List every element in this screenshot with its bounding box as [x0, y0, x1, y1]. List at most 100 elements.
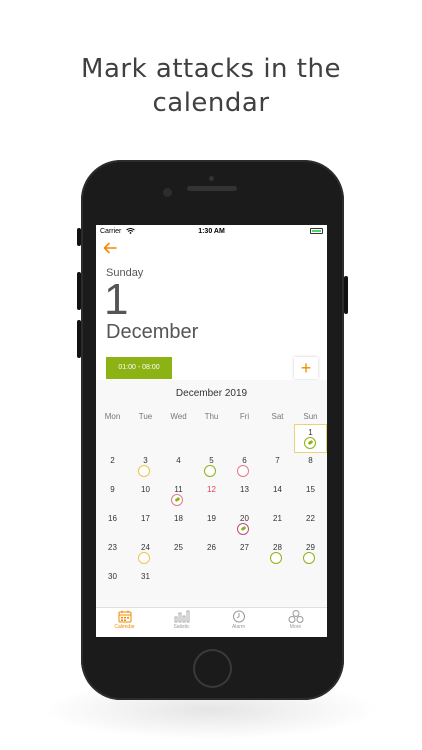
tab-calendar[interactable]: Calendar	[96, 610, 153, 637]
attack-marker-icon	[270, 552, 282, 564]
day-number: 7	[275, 456, 280, 465]
calendar-day[interactable]: 8	[294, 453, 327, 482]
day-number: 18	[174, 514, 183, 523]
attack-marker-icon	[204, 465, 216, 477]
tab-more[interactable]: More	[267, 610, 324, 637]
calendar-day[interactable]: 15	[294, 482, 327, 511]
weekday-label: Sat	[271, 412, 284, 421]
day-number: 10	[141, 485, 150, 494]
day-number: 19	[207, 514, 216, 523]
volume-down-button	[77, 320, 81, 358]
calendar-day[interactable]: 18	[162, 511, 195, 540]
day-number: 3	[143, 456, 148, 465]
calendar-icon	[118, 610, 131, 623]
day-number: 28	[273, 543, 282, 552]
bar-chart-icon	[174, 610, 189, 623]
calendar-day[interactable]: 28	[261, 540, 294, 569]
day-number: 30	[108, 572, 117, 581]
day-number: 22	[306, 514, 315, 523]
calendar-day[interactable]: 22	[294, 511, 327, 540]
day-number: 11	[174, 485, 183, 494]
status-time: 1:30 AM	[198, 228, 225, 235]
calendar-day[interactable]: 20	[228, 511, 261, 540]
day-number: 16	[108, 514, 117, 523]
calendar-day[interactable]: 26	[195, 540, 228, 569]
battery-icon	[310, 228, 323, 234]
day-number: 14	[273, 485, 282, 494]
volume-up-button	[77, 272, 81, 310]
calendar-day[interactable]: 27	[228, 540, 261, 569]
calendar-day[interactable]: 29	[294, 540, 327, 569]
calendar-day[interactable]: 9	[96, 482, 129, 511]
calendar-day[interactable]: 24	[129, 540, 162, 569]
front-camera	[163, 188, 172, 197]
day-number: 1	[308, 428, 313, 437]
calendar-day[interactable]: 5	[195, 453, 228, 482]
weekday-label: Sun	[303, 412, 318, 421]
power-button	[344, 276, 348, 314]
headline: Mark attacks in the calendar	[0, 52, 422, 120]
calendar-day[interactable]: 12	[195, 482, 228, 511]
attack-marker-icon	[138, 552, 150, 564]
calendar-day[interactable]: 4	[162, 453, 195, 482]
tab-label: Alarm	[231, 624, 246, 630]
calendar-day[interactable]: 25	[162, 540, 195, 569]
selected-day-number: 1	[104, 275, 129, 324]
day-number: 5	[209, 456, 214, 465]
day-number: 24	[141, 543, 150, 552]
calendar-day[interactable]: 10	[129, 482, 162, 511]
tab-alarm[interactable]: Alarm	[210, 610, 267, 637]
earpiece-speaker	[187, 186, 237, 191]
day-number: 31	[141, 572, 150, 581]
add-attack-button[interactable]: +	[294, 357, 318, 379]
weekday-label: Fri	[239, 412, 250, 421]
headline-line-1: Mark attacks in the	[81, 54, 341, 84]
calendar-day[interactable]: 2	[96, 453, 129, 482]
day-number: 27	[240, 543, 249, 552]
day-number: 12	[207, 485, 216, 494]
app-screen: Carrier 1:30 AM Sunday 1 December 01:00 …	[96, 225, 327, 637]
tab-label: More	[289, 624, 302, 630]
day-number: 26	[207, 543, 216, 552]
calendar-day[interactable]: 14	[261, 482, 294, 511]
calendar-day[interactable]: 3	[129, 453, 162, 482]
day-number: 8	[308, 456, 313, 465]
calendar-day[interactable]: 16	[96, 511, 129, 540]
back-arrow-icon[interactable]	[103, 242, 117, 254]
calendar-day[interactable]: 13	[228, 482, 261, 511]
tab-label: Satistic	[173, 624, 190, 630]
attack-marker-icon	[303, 552, 315, 564]
weekday-label: Mon	[104, 412, 121, 421]
day-number: 2	[110, 456, 115, 465]
calendar-day[interactable]: 21	[261, 511, 294, 540]
calendar-day[interactable]: 6	[228, 453, 261, 482]
headline-line-2: calendar	[152, 88, 270, 118]
selected-month: December	[106, 321, 199, 343]
tab-label: Calendar	[114, 624, 135, 630]
calendar-day[interactable]: 31	[129, 569, 162, 598]
calendar-day[interactable]: 30	[96, 569, 129, 598]
calendar-day[interactable]: 7	[261, 453, 294, 482]
day-number: 21	[273, 514, 282, 523]
mute-switch	[77, 228, 81, 246]
attack-marker-icon	[138, 465, 150, 477]
day-number: 29	[306, 543, 315, 552]
home-button[interactable]	[193, 649, 232, 688]
attack-pill-marker-icon	[304, 437, 316, 449]
calendar-day[interactable]: 23	[96, 540, 129, 569]
calendar-day[interactable]: 17	[129, 511, 162, 540]
calendar-day[interactable]: 11	[162, 482, 195, 511]
calendar-day[interactable]: 19	[195, 511, 228, 540]
attack-marker-icon	[237, 465, 249, 477]
day-number: 17	[141, 514, 150, 523]
tab-statistic[interactable]: Satistic	[153, 610, 210, 637]
day-number: 13	[240, 485, 249, 494]
proximity-sensor	[209, 176, 214, 181]
weekday-label: Wed	[170, 412, 187, 421]
status-bar: Carrier 1:30 AM	[96, 225, 327, 238]
attack-pill-marker-icon	[171, 494, 183, 506]
calendar-day[interactable]: 1	[294, 424, 327, 453]
attack-time-range[interactable]: 01:00 - 08:00	[106, 357, 172, 379]
weekday-label: Tue	[138, 412, 153, 421]
clock-icon	[232, 610, 245, 623]
